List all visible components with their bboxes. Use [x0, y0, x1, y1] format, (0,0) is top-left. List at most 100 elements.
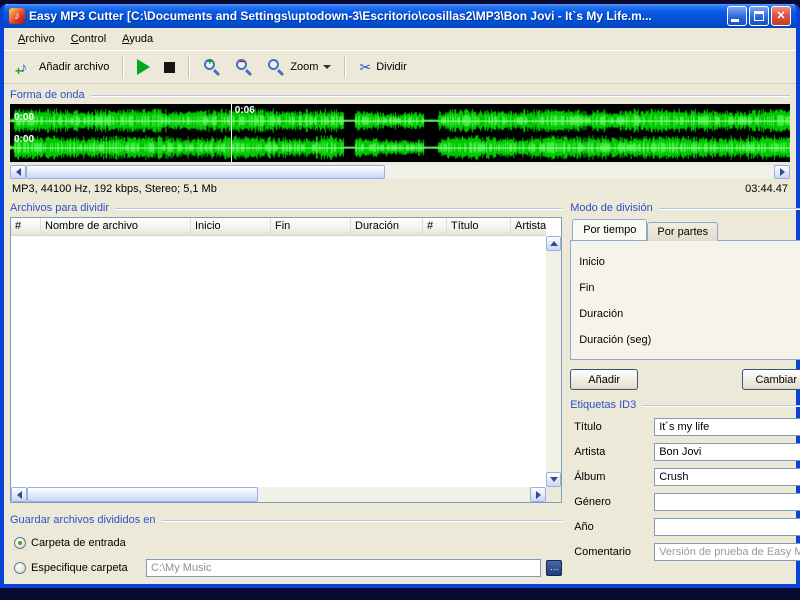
split-mode-tabs: Por tiempo Por partes [570, 219, 800, 240]
scroll-left-button[interactable] [10, 165, 26, 179]
custom-folder-radio[interactable] [14, 562, 26, 574]
waveform-scrollbar-thumb[interactable] [26, 165, 385, 179]
scroll-right-button[interactable] [774, 165, 790, 179]
waveform-canvas [10, 104, 790, 162]
files-vertical-scrollbar[interactable] [546, 236, 561, 487]
browse-folder-button[interactable]: … [546, 560, 562, 576]
ano-input[interactable] [654, 518, 800, 536]
chevron-down-icon [323, 65, 331, 69]
column-start[interactable]: Inicio [191, 218, 271, 235]
add-file-icon: ♪ + [16, 58, 34, 76]
scroll-down-button[interactable] [546, 472, 561, 487]
ano-label: Año [574, 521, 650, 533]
stop-button[interactable] [158, 59, 181, 76]
waveform-cursor-time: 0:06 [235, 105, 255, 116]
magnifier-icon [267, 58, 285, 76]
artista-input[interactable] [654, 443, 800, 461]
comentario-label: Comentario [574, 546, 650, 558]
duracion-seg-field-row: Duración (seg) [579, 329, 800, 351]
arrow-right-icon [780, 168, 785, 176]
anadir-button[interactable]: Añadir [570, 369, 638, 390]
scroll-up-button[interactable] [546, 236, 561, 251]
column-number[interactable]: # [11, 218, 41, 235]
tab-por-partes[interactable]: Por partes [647, 222, 718, 241]
album-label: Álbum [574, 471, 650, 483]
menu-archivo[interactable]: Archivo [10, 31, 63, 47]
arrow-right-icon [536, 491, 541, 499]
waveform-scrollbar[interactable] [10, 165, 790, 179]
files-list-header: # Nombre de archivo Inicio Fin Duración … [11, 218, 546, 236]
divider [115, 208, 562, 209]
toolbar-separator [188, 56, 190, 78]
album-input[interactable] [654, 468, 800, 486]
maximize-button[interactable] [749, 6, 769, 26]
column-duration[interactable]: Duración [351, 218, 423, 235]
files-list-body[interactable] [11, 236, 546, 487]
divider [162, 520, 563, 521]
note-icon: ♪ [14, 10, 20, 22]
file-info: MP3, 44100 Hz, 192 kbps, Stereo; 5,1 Mb [12, 183, 217, 195]
zoom-in-icon: + [203, 58, 221, 76]
files-scrollbar-thumb[interactable] [27, 487, 258, 502]
waveform-cursor[interactable] [231, 104, 232, 162]
window-controls: ✕ [727, 6, 791, 26]
custom-folder-label: Especifique carpeta [31, 562, 141, 574]
channel2-time-label: 0:00 [14, 134, 34, 145]
fin-field-row: Fin [579, 277, 800, 299]
scroll-left-button[interactable] [11, 487, 27, 502]
zoom-in-button[interactable]: + [197, 55, 227, 79]
save-section-label: Guardar archivos divididos en [10, 514, 156, 526]
add-file-button[interactable]: ♪ + Añadir archivo [10, 55, 115, 79]
genero-input[interactable] [654, 493, 800, 511]
files-hscroll-track[interactable] [27, 487, 530, 502]
zoom-dropdown-button[interactable]: Zoom [261, 55, 337, 79]
minimize-icon [731, 19, 739, 22]
divide-button[interactable]: ✂ Dividir [353, 57, 412, 77]
cambiar-button[interactable]: Cambiar [742, 369, 800, 390]
main-area: Archivos para dividir # Nombre de archiv… [10, 201, 790, 577]
files-list[interactable]: # Nombre de archivo Inicio Fin Duración … [10, 217, 562, 503]
titulo-input[interactable] [654, 418, 800, 436]
waveform-scrollbar-track[interactable] [26, 165, 774, 179]
fin-label: Fin [579, 282, 800, 294]
arrow-left-icon [16, 168, 21, 176]
split-section-label: Modo de división [570, 202, 653, 214]
column-track[interactable]: # [423, 218, 447, 235]
custom-folder-option[interactable]: Especifique carpeta … [10, 558, 562, 577]
column-artist[interactable]: Artista [511, 218, 546, 235]
inicio-field-row: Inicio [579, 251, 800, 273]
window-title: Easy MP3 Cutter [C:\Documents and Settin… [29, 9, 723, 23]
comentario-row: Comentario [570, 541, 800, 562]
files-vscroll-track[interactable] [546, 251, 561, 472]
artista-label: Artista [574, 446, 650, 458]
waveform-section-label: Forma de onda [10, 89, 85, 101]
column-filename[interactable]: Nombre de archivo [41, 218, 191, 235]
divider [642, 405, 800, 406]
column-title[interactable]: Título [447, 218, 511, 235]
waveform-section-header: Forma de onda [10, 88, 790, 102]
menu-ayuda[interactable]: Ayuda [114, 31, 161, 47]
split-section-header: Modo de división [570, 201, 800, 215]
column-end[interactable]: Fin [271, 218, 351, 235]
scrollbar-corner [546, 487, 561, 502]
zoom-out-button[interactable]: − [229, 55, 259, 79]
play-button[interactable] [131, 56, 156, 78]
menu-control[interactable]: Control [63, 31, 114, 47]
files-horizontal-scrollbar[interactable] [11, 487, 546, 502]
minimize-button[interactable] [727, 6, 747, 26]
input-folder-radio[interactable] [14, 537, 26, 549]
folder-path-input[interactable] [146, 559, 541, 577]
app-window: ♪ Easy MP3 Cutter [C:\Documents and Sett… [0, 4, 800, 588]
input-folder-option[interactable]: Carpeta de entrada [10, 533, 562, 552]
comentario-input[interactable] [654, 543, 800, 561]
tab-por-tiempo[interactable]: Por tiempo [572, 219, 647, 240]
stop-icon [164, 62, 175, 73]
close-button[interactable]: ✕ [771, 6, 791, 26]
scroll-right-button[interactable] [530, 487, 546, 502]
add-file-label: Añadir archivo [39, 61, 109, 73]
waveform-display[interactable]: 0:06 0:00 0:00 [10, 104, 790, 162]
zoom-out-icon: − [235, 58, 253, 76]
titlebar[interactable]: ♪ Easy MP3 Cutter [C:\Documents and Sett… [4, 4, 796, 28]
divide-icon: ✂ [359, 60, 371, 74]
split-panel: Modo de división Por tiempo Por partes I… [570, 201, 800, 577]
